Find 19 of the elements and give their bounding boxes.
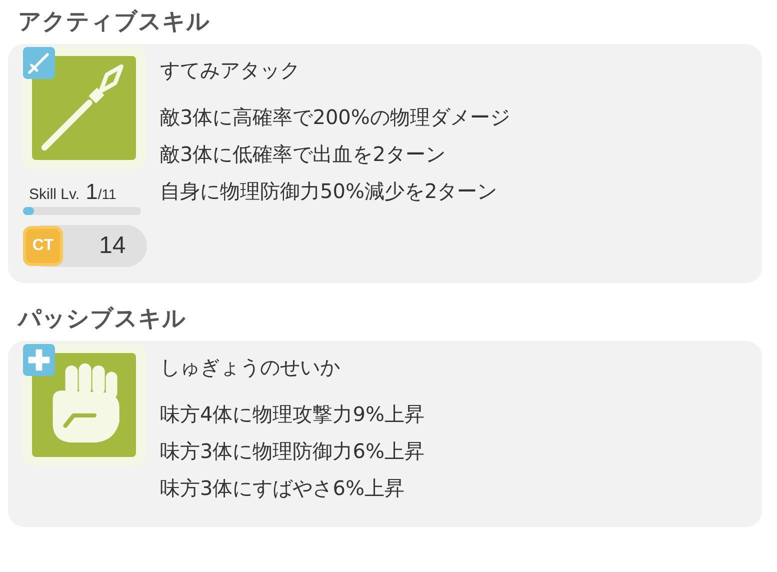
skill-effect: 敵3体に低確率で出血を2ターン [160, 141, 446, 168]
cooldown-icon: CT [23, 226, 63, 266]
skill-effect: 敵3体に高確率で200%の物理ダメージ [160, 104, 510, 131]
skill-level-max: /11 [98, 186, 116, 202]
skill-level-label: Skill Lv. [29, 186, 80, 203]
plus-badge-icon [23, 344, 55, 376]
section-title: アクティブスキル [17, 8, 211, 37]
skill-name: すてみアタック [160, 57, 301, 84]
spear-icon [32, 56, 136, 160]
section-title: パッシブスキル [16, 305, 187, 334]
fist-icon [32, 353, 136, 457]
skill-name: しゅぎょうのせいか [160, 354, 341, 381]
cooldown-value: 14 [99, 232, 126, 260]
skill-effect: 味方3体に物理防御力6%上昇 [160, 438, 424, 465]
skill-effect: 自身に物理防御力50%減少を2ターン [160, 178, 498, 205]
skill-level-value: 1 [86, 179, 98, 205]
skill-effect: 味方4体に物理攻撃力9%上昇 [160, 401, 424, 428]
sword-badge-icon [23, 47, 55, 79]
skill-effect: 味方3体にすばやさ6%上昇 [160, 475, 406, 502]
